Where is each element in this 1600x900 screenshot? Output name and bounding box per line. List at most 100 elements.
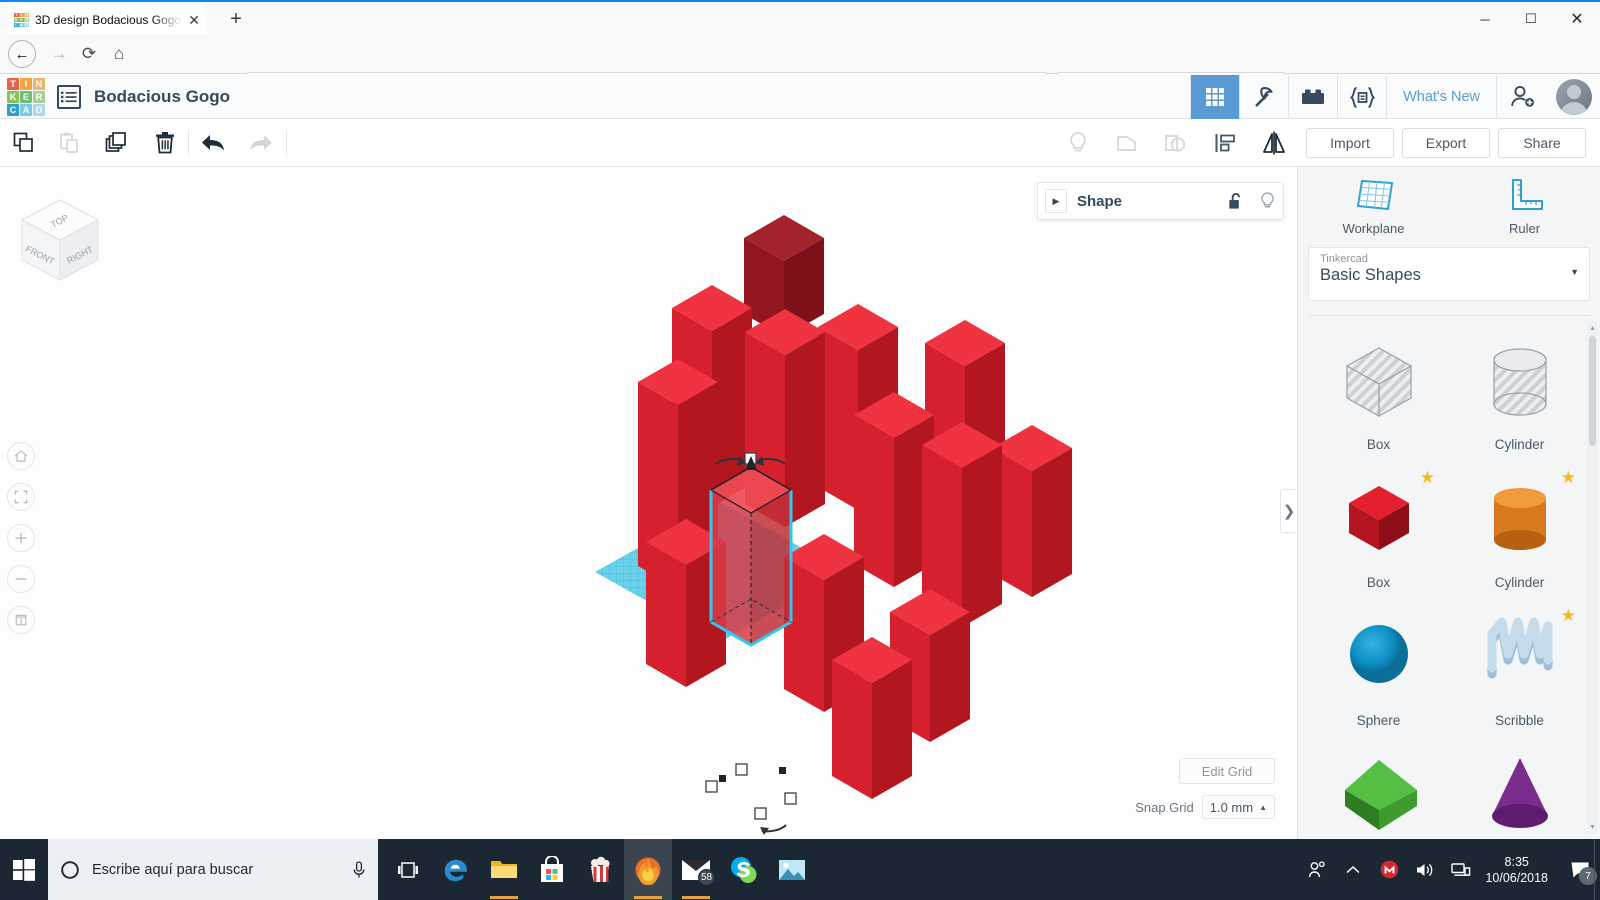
clock-date: 10/06/2018: [1485, 870, 1548, 885]
reload-button[interactable]: ⟳: [77, 42, 101, 66]
tinkercad-logo[interactable]: T I N K E R C A D: [4, 75, 48, 119]
microphone-icon[interactable]: [352, 860, 366, 879]
taskbar-app-file-explorer[interactable]: [480, 839, 528, 900]
minecraft-tab[interactable]: [1239, 75, 1288, 119]
shape-item-cone[interactable]: [1449, 742, 1590, 839]
shape-library-dropdown[interactable]: Tinkercad Basic Shapes ▼: [1308, 247, 1590, 301]
back-button[interactable]: ←: [8, 40, 36, 68]
home-button[interactable]: ⌂: [107, 42, 131, 66]
scroll-down-arrow-icon[interactable]: ▼: [1587, 821, 1598, 833]
undo-button[interactable]: [196, 127, 232, 159]
add-user-icon: [1510, 85, 1534, 107]
show-desktop-button[interactable]: [1594, 839, 1600, 900]
import-button[interactable]: Import: [1306, 128, 1394, 158]
taskbar-app-firefox[interactable]: [624, 839, 672, 900]
snap-grid-value: 1.0 mm: [1209, 799, 1254, 815]
whats-new-link[interactable]: What's New: [1386, 75, 1496, 119]
cortana-circle-icon[interactable]: [60, 860, 80, 880]
volume-icon[interactable]: [1407, 839, 1443, 900]
logo-letter-t: T: [7, 78, 19, 90]
minimize-button[interactable]: ─: [1462, 2, 1508, 36]
taskbar-app-skype[interactable]: [720, 839, 768, 900]
lego-tab[interactable]: [1288, 75, 1337, 119]
shape-panel-toggle[interactable]: ▶: [1045, 189, 1067, 213]
view-cube[interactable]: TOP FRONT RIGHT: [10, 192, 110, 292]
shape-item-scribble[interactable]: ★ Scribble: [1449, 604, 1590, 742]
shape-lock-button[interactable]: [1219, 192, 1251, 211]
shape-visibility-button[interactable]: [1251, 191, 1283, 211]
mega-tray-icon[interactable]: [1371, 839, 1407, 900]
maximize-button[interactable]: ☐: [1508, 2, 1554, 36]
shape-box[interactable]: [832, 637, 912, 799]
taskbar-app-photos[interactable]: [768, 839, 816, 900]
zoom-out-button[interactable]: [7, 565, 35, 593]
show-hidden-icons-chevron[interactable]: [1335, 839, 1371, 900]
browser-titlebar: TIN KER CAD 3D design Bodacious Gogo | T…: [0, 0, 1600, 36]
task-view-button[interactable]: [384, 839, 432, 900]
snap-grid-label: Snap Grid: [1135, 799, 1194, 815]
scroll-up-arrow-icon[interactable]: ▲: [1587, 322, 1598, 334]
shapes-scrollbar[interactable]: ▲ ▼: [1587, 322, 1598, 833]
edit-grid-button[interactable]: Edit Grid: [1179, 758, 1275, 784]
shape-item-pyramid[interactable]: [1308, 742, 1449, 839]
project-menu-button[interactable]: [57, 85, 81, 109]
firefox-icon: [635, 857, 661, 885]
people-icon[interactable]: [1299, 839, 1335, 900]
scrollbar-thumb[interactable]: [1589, 336, 1596, 446]
shape-item-box[interactable]: ★ Box: [1308, 466, 1449, 604]
taskbar-app-popcorn-time[interactable]: [576, 839, 624, 900]
forward-button[interactable]: →: [47, 42, 71, 66]
taskbar-app-mail[interactable]: 58: [672, 839, 720, 900]
blocks-grid-tab[interactable]: [1190, 75, 1240, 119]
close-window-button[interactable]: ✕: [1554, 2, 1600, 36]
edge-icon: [444, 859, 467, 881]
workplane-label: Workplane: [1342, 220, 1405, 236]
shape-properties-panel[interactable]: ▶ Shape: [1037, 182, 1284, 220]
ortho-perspective-button[interactable]: [7, 606, 35, 634]
home-view-button[interactable]: [7, 442, 35, 470]
new-tab-button[interactable]: +: [222, 6, 250, 34]
shape-item-hole-box[interactable]: Box: [1308, 328, 1449, 466]
start-button[interactable]: [0, 839, 48, 900]
ungroup-icon: [1164, 135, 1185, 152]
photos-icon: [779, 859, 805, 880]
taskbar-search-placeholder[interactable]: Escribe aquí para buscar: [92, 862, 340, 878]
blocks-grid-icon: [1206, 88, 1225, 106]
add-user-button[interactable]: [1496, 75, 1548, 119]
shape-item-hole-cylinder[interactable]: Cylinder: [1449, 328, 1590, 466]
browser-tab[interactable]: TIN KER CAD 3D design Bodacious Gogo | T…: [8, 4, 206, 36]
shape-item-sphere[interactable]: Sphere: [1308, 604, 1449, 742]
taskbar-app-store[interactable]: [528, 839, 576, 900]
fit-view-button[interactable]: [7, 483, 35, 511]
share-button[interactable]: Share: [1498, 128, 1586, 158]
sidebar-tools: Workplane Ruler: [1298, 167, 1600, 245]
network-icon[interactable]: [1443, 839, 1479, 900]
delete-button[interactable]: [147, 127, 183, 159]
ruler-tool[interactable]: Ruler: [1449, 167, 1600, 245]
page-title[interactable]: Bodacious Gogo: [94, 75, 230, 119]
projection-icon: [15, 614, 27, 626]
3d-viewport[interactable]: TOP FRONT RIGHT ▶ Shape Edit Grid Snap G…: [0, 167, 1297, 839]
export-button[interactable]: Export: [1402, 128, 1490, 158]
clock-time: 8:35: [1504, 854, 1529, 869]
taskbar-search[interactable]: Escribe aquí para buscar: [48, 839, 378, 900]
workplane-tool[interactable]: Workplane: [1298, 167, 1449, 245]
copy-button[interactable]: [6, 127, 42, 159]
snap-grid-select[interactable]: 1.0 mm ▲: [1201, 795, 1275, 819]
minus-icon: [15, 578, 27, 580]
zoom-in-button[interactable]: [7, 524, 35, 552]
shape-box[interactable]: [992, 425, 1072, 597]
mirror-button[interactable]: [1249, 119, 1298, 167]
paste-button: [51, 127, 87, 159]
panel-collapse-button[interactable]: ❯: [1280, 489, 1297, 533]
align-button[interactable]: [1200, 119, 1249, 167]
duplicate-button[interactable]: [99, 127, 135, 159]
taskbar-clock[interactable]: 8:35 10/06/2018: [1479, 854, 1560, 886]
shape-item-cylinder[interactable]: ★ Cylinder: [1449, 466, 1590, 604]
tab-close-icon[interactable]: ✕: [188, 13, 200, 27]
avatar[interactable]: [1548, 75, 1600, 119]
taskbar-app-edge[interactable]: [432, 839, 480, 900]
paste-icon: [60, 132, 78, 153]
3d-scene[interactable]: [0, 167, 1297, 839]
codeblocks-tab[interactable]: [1337, 75, 1386, 119]
